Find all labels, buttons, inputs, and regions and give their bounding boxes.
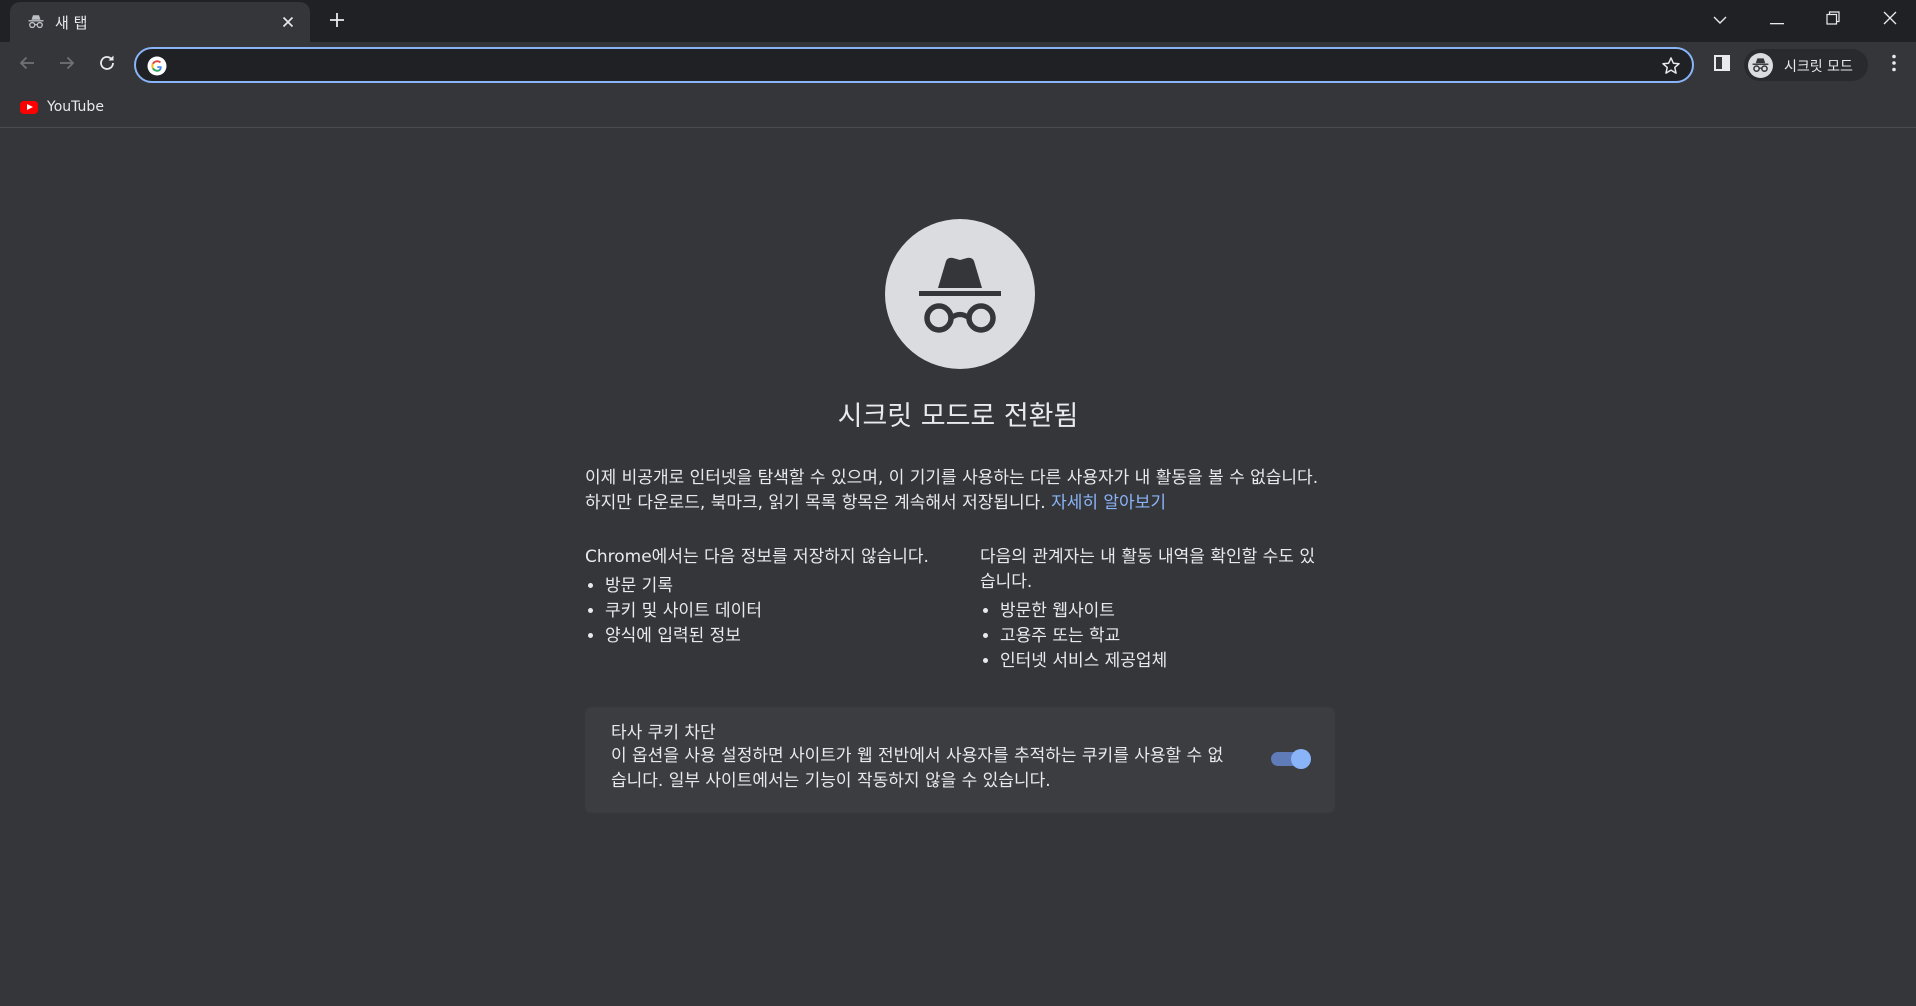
intro-body: 이제 비공개로 인터넷을 탐색할 수 있으며, 이 기기를 사용하는 다른 사용… [585, 468, 1319, 513]
visible-to-section: 다음의 관계자는 내 활동 내역을 확인할 수도 있습니다. 방문한 웹사이트 … [980, 545, 1325, 674]
bookmark-label: YouTube [47, 99, 104, 115]
incognito-icon [27, 13, 45, 31]
side-panel-button[interactable] [1708, 51, 1736, 79]
menu-button[interactable] [1880, 51, 1908, 79]
google-icon [147, 56, 167, 76]
intro-text: 이제 비공개로 인터넷을 탐색할 수 있으며, 이 기기를 사용하는 다른 사용… [585, 466, 1335, 516]
minimize-icon [1770, 10, 1784, 29]
reload-button[interactable] [92, 50, 122, 80]
close-icon[interactable] [278, 12, 298, 32]
toggle-knob [1291, 749, 1311, 769]
learn-more-link[interactable]: 자세히 알아보기 [1051, 493, 1166, 513]
list-item: 쿠키 및 사이트 데이터 [605, 599, 930, 624]
incognito-logo-icon [885, 219, 1035, 369]
chevron-down-icon [1713, 10, 1727, 29]
tab-new-tab[interactable]: 새 탭 [10, 2, 310, 42]
youtube-icon [20, 100, 38, 114]
incognito-profile-button[interactable]: 시크릿 모드 [1744, 49, 1868, 81]
list-item: 인터넷 서비스 제공업체 [1000, 649, 1325, 674]
arrow-right-icon [58, 54, 76, 76]
page-title: 시크릿 모드로 전환됨 [837, 401, 1079, 432]
incognito-ntp: 시크릿 모드로 전환됨 이제 비공개로 인터넷을 탐색할 수 있으며, 이 기기… [0, 129, 1916, 1006]
profile-label: 시크릿 모드 [1784, 59, 1853, 75]
bookmark-youtube[interactable]: YouTube [12, 94, 112, 120]
minimize-button[interactable] [1754, 0, 1800, 38]
star-icon[interactable] [1660, 55, 1682, 77]
list-item: 고용주 또는 학교 [1000, 624, 1325, 649]
reload-icon [98, 54, 116, 76]
side-panel-icon [1713, 54, 1731, 76]
list-item: 방문한 웹사이트 [1000, 599, 1325, 624]
close-icon [1883, 10, 1897, 29]
arrow-left-icon [18, 54, 36, 76]
more-vertical-icon [1892, 54, 1896, 76]
toolbar: 시크릿 모드 [0, 42, 1916, 88]
not-saved-heading: Chrome에서는 다음 정보를 저장하지 않습니다. [585, 547, 929, 567]
address-bar[interactable] [134, 47, 1694, 83]
omnibox-input[interactable] [176, 52, 1616, 78]
restore-button[interactable] [1810, 0, 1856, 38]
close-window-button[interactable] [1867, 0, 1913, 38]
cookie-card-description: 이 옵션을 사용 설정하면 사이트가 웹 전반에서 사용자를 추적하는 쿠키를 … [611, 746, 1224, 791]
cookie-block-toggle[interactable] [1271, 749, 1311, 769]
visible-to-list: 방문한 웹사이트 고용주 또는 학교 인터넷 서비스 제공업체 [980, 599, 1325, 674]
not-saved-section: Chrome에서는 다음 정보를 저장하지 않습니다. 방문 기록 쿠키 및 사… [585, 545, 930, 649]
third-party-cookie-card: 타사 쿠키 차단 이 옵션을 사용 설정하면 사이트가 웹 전반에서 사용자를 … [585, 707, 1335, 813]
restore-icon [1826, 10, 1840, 29]
incognito-icon [1748, 53, 1773, 78]
plus-icon [329, 12, 345, 32]
forward-button[interactable] [52, 50, 82, 80]
tab-strip: 새 탭 [0, 0, 1916, 42]
back-button[interactable] [12, 50, 42, 80]
cookie-card-title: 타사 쿠키 차단 [611, 723, 716, 743]
bookmarks-bar: YouTube [0, 88, 1916, 128]
not-saved-list: 방문 기록 쿠키 및 사이트 데이터 양식에 입력된 정보 [585, 574, 930, 649]
new-tab-button[interactable] [324, 9, 350, 35]
tab-title: 새 탭 [55, 14, 88, 32]
tab-search-button[interactable] [1697, 0, 1743, 38]
list-item: 방문 기록 [605, 574, 930, 599]
list-item: 양식에 입력된 정보 [605, 624, 930, 649]
visible-to-heading: 다음의 관계자는 내 활동 내역을 확인할 수도 있습니다. [980, 547, 1315, 592]
